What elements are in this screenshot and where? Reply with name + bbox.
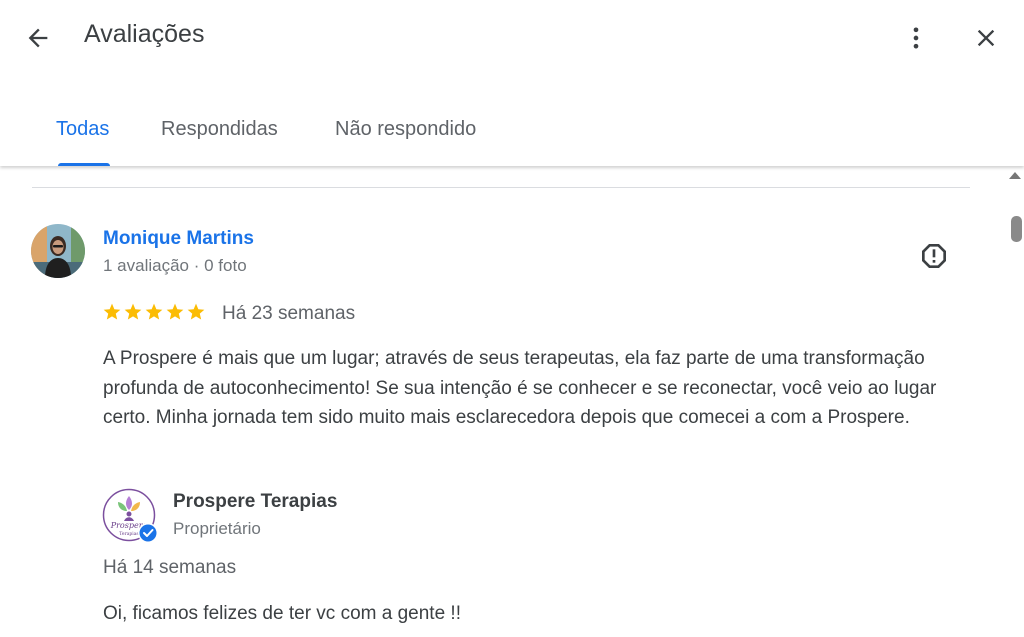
close-icon [977,29,995,47]
reviewer-meta: 1 avaliação · 0 foto [103,256,247,275]
tab-nao-respondido[interactable]: Não respondido [335,118,476,141]
star-icon [145,303,163,320]
scroll-thumb[interactable] [1011,216,1022,242]
reviewer-avatar[interactable] [31,224,85,278]
back-button[interactable] [18,18,58,58]
verified-icon [139,524,157,542]
close-button[interactable] [966,18,1006,58]
tab-respondidas[interactable]: Respondidas [161,118,278,141]
svg-text:Terapias: Terapias [119,531,139,537]
report-icon [922,244,946,268]
star-icon [166,303,184,320]
reviews-list[interactable]: Monique Martins 1 avaliação · 0 foto Há … [0,166,1004,637]
arrow-back-icon [28,28,48,48]
reply-text: Oi, ficamos felizes de ter vc com a gent… [103,603,461,624]
report-review-button[interactable] [916,238,952,274]
more-options-button[interactable] [896,18,936,58]
review-text: A Prospere é mais que um lugar; através … [103,348,937,428]
star-icon [124,303,142,320]
review-date: Há 23 semanas [222,303,356,324]
star-icon [103,303,121,320]
owner-role: Proprietário [173,519,261,538]
scroll-up-arrow-icon[interactable] [1009,172,1021,179]
divider [32,187,970,188]
star-icon [187,303,205,320]
active-tab-indicator [58,163,110,166]
more-vert-icon [913,27,919,49]
owner-name: Prospere Terapias [173,491,338,512]
tab-todas[interactable]: Todas [56,118,109,141]
page-title: Avaliações [84,20,205,48]
app-header: Avaliações Todas Respondidas Não respond… [0,0,1024,166]
star-rating [102,302,207,326]
scrollbar[interactable] [1004,166,1024,637]
owner-logo: Prospere Terapias [102,488,158,543]
reviewer-name[interactable]: Monique Martins [103,228,254,250]
reply-date: Há 14 semanas [103,557,237,578]
